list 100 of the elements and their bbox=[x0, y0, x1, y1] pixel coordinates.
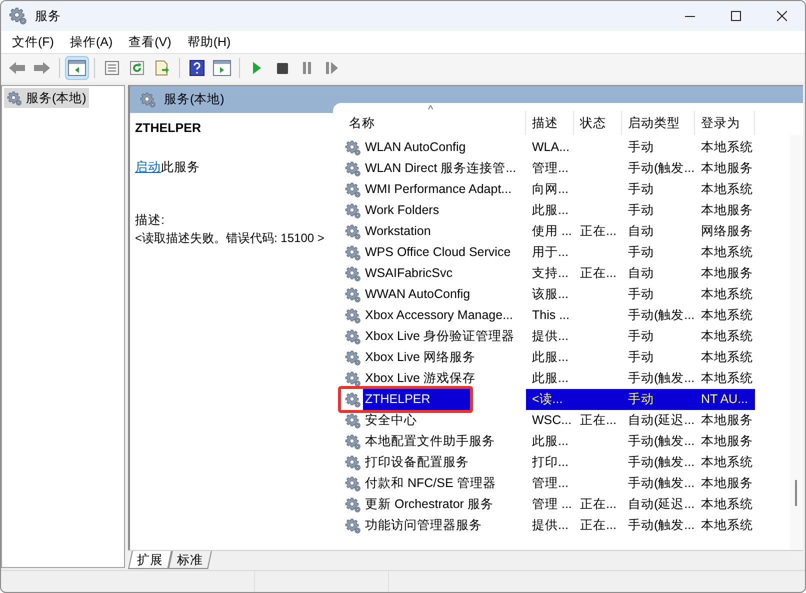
refresh-icon bbox=[129, 60, 145, 76]
table-cell: 本地系统 bbox=[701, 497, 753, 512]
gear-icon bbox=[345, 476, 361, 492]
table-cell: 提供... bbox=[532, 518, 568, 532]
table-cell: 手动(触发... bbox=[628, 518, 695, 532]
table-cell: 本地系统 bbox=[701, 350, 753, 364]
table-cell: 自动 bbox=[628, 266, 654, 280]
table-cell: NT AU... bbox=[701, 392, 748, 406]
gear-icon bbox=[345, 392, 361, 408]
service-row[interactable]: WWAN AutoConfig 该服... 手动 本地系统 bbox=[343, 284, 755, 305]
table-cell-text: 付款和 NFC/SE 管理器 bbox=[364, 475, 496, 492]
table-cell: 手动 bbox=[628, 140, 654, 154]
column-header[interactable]: 登录为 bbox=[695, 111, 755, 135]
pause-icon bbox=[302, 62, 312, 74]
tree-toggle-button[interactable] bbox=[65, 56, 89, 80]
table-cell: 管理 ... bbox=[532, 497, 572, 512]
table-cell: 手动(触发... bbox=[628, 308, 695, 322]
column-header[interactable]: 启动类型 bbox=[622, 111, 695, 135]
table-cell: 正在... bbox=[580, 224, 616, 238]
menu-item[interactable]: 帮助(H) bbox=[180, 31, 238, 53]
table-cell-text: 安全中心 bbox=[364, 412, 417, 430]
table-cell: 此服... bbox=[532, 434, 568, 448]
gear-icon bbox=[345, 182, 361, 198]
export-icon bbox=[154, 60, 170, 76]
table-cell: 手动 bbox=[628, 203, 654, 218]
table-cell: 手动(触发... bbox=[628, 161, 695, 176]
table-cell: 使用 ... bbox=[532, 224, 572, 238]
menu-item[interactable]: 查看(V) bbox=[122, 31, 178, 53]
table-cell: 该服... bbox=[532, 287, 568, 302]
table-cell: 本地服务 bbox=[701, 203, 753, 218]
table-cell: 手动 bbox=[628, 245, 654, 260]
service-title: ZTHELPER bbox=[135, 120, 202, 137]
gear-icon bbox=[7, 90, 22, 106]
column-header[interactable]: 描述 bbox=[526, 111, 574, 135]
table-cell: WSC... bbox=[532, 413, 572, 428]
service-row[interactable]: 打印设备配置服务 打印... 手动(触发... 本地系统 bbox=[343, 452, 755, 473]
close-icon bbox=[777, 11, 787, 21]
table-cell-text: Work Folders bbox=[364, 202, 440, 220]
table-cell: 此服... bbox=[532, 371, 568, 386]
tree-item[interactable]: 服务(本地) bbox=[4, 88, 90, 108]
window-icon bbox=[213, 60, 231, 76]
service-row[interactable]: 功能访问管理器服务 提供... 正在... 手动(触发... 本地系统 bbox=[343, 515, 755, 536]
service-row[interactable]: WSAIFabricSvc 支持... 正在... 自动 本地服务 bbox=[343, 263, 755, 284]
table-cell-text: 打印设备配置服务 bbox=[364, 454, 469, 472]
left-arrow-icon bbox=[8, 61, 26, 75]
table-cell: <读... bbox=[532, 392, 563, 406]
table-cell: 手动 bbox=[628, 329, 654, 344]
right-arrow-icon bbox=[33, 61, 51, 75]
table-cell-text: Xbox Accessory Manage... bbox=[364, 307, 513, 324]
service-row[interactable]: Workstation 使用 ... 正在... 自动 网络服务 bbox=[343, 221, 755, 242]
view-tab[interactable]: 标准 bbox=[168, 551, 212, 569]
table-cell: 手动(触发... bbox=[628, 455, 695, 470]
service-row[interactable]: WPS Office Cloud Service 用于... 手动 本地系统 bbox=[343, 242, 755, 263]
table-cell-text: Workstation bbox=[364, 223, 431, 240]
table-cell-text: Xbox Live 网络服务 bbox=[364, 349, 476, 366]
gear-icon bbox=[345, 518, 361, 534]
menu-item[interactable]: 文件(F) bbox=[5, 31, 61, 53]
table-cell: 正在... bbox=[580, 266, 616, 280]
view-tab[interactable]: 扩展 bbox=[128, 551, 172, 569]
table-cell: 向网... bbox=[532, 182, 568, 196]
gear-icon bbox=[345, 350, 361, 366]
document-icon bbox=[104, 60, 120, 76]
description-text: <读取描述失败。错误代码: 15100 > bbox=[135, 230, 326, 248]
gear-icon bbox=[345, 328, 361, 344]
service-row[interactable]: 安全中心 WSC... 正在... 自动(延迟... 本地服务 bbox=[343, 410, 755, 431]
table-cell: This ... bbox=[532, 308, 570, 322]
gear-icon bbox=[345, 266, 361, 282]
table-cell: 本地系统 bbox=[701, 518, 753, 532]
table-cell-text: WPS Office Cloud Service bbox=[364, 244, 511, 262]
service-row[interactable]: WLAN AutoConfig WLA... 手动 本地系统 bbox=[343, 137, 755, 158]
service-row[interactable]: Work Folders 此服... 手动 本地服务 bbox=[343, 200, 755, 221]
service-row[interactable]: 更新 Orchestrator 服务 管理 ... 正在... 自动(延迟... 本地系统 bbox=[343, 494, 755, 515]
column-header[interactable]: 状态 bbox=[574, 111, 622, 135]
service-row[interactable]: WLAN Direct 服务连接管... 管理... 手动(触发... 本地服务 bbox=[343, 158, 755, 179]
gear-icon bbox=[345, 412, 361, 428]
table-cell: 本地服务 bbox=[701, 434, 753, 448]
table-cell: 此服... bbox=[532, 350, 568, 364]
panel-icon bbox=[68, 60, 86, 76]
gear-icon bbox=[345, 454, 361, 470]
table-cell: 本地系统 bbox=[701, 287, 753, 302]
service-row[interactable]: Xbox Live 网络服务 此服... 手动 本地系统 bbox=[343, 347, 755, 368]
service-row[interactable]: Xbox Live 身份验证管理器 提供... 手动 本地系统 bbox=[343, 326, 755, 347]
service-row[interactable]: WMI Performance Adapt... 向网... 手动 本地系统 bbox=[343, 179, 755, 200]
menu-item[interactable]: 操作(A) bbox=[62, 31, 120, 53]
service-row[interactable]: 本地配置文件助手服务 此服... 手动(触发... 本地服务 bbox=[343, 431, 755, 452]
table-cell: 本地服务 bbox=[701, 266, 753, 280]
table-cell: 手动(触发... bbox=[628, 371, 695, 386]
table-cell-text: WMI Performance Adapt... bbox=[364, 181, 512, 198]
start-link[interactable]: 启动 bbox=[135, 160, 161, 174]
table-cell: 手动 bbox=[628, 287, 654, 302]
service-row[interactable]: Xbox Live 游戏保存 此服... 手动(触发... 本地系统 bbox=[343, 368, 755, 389]
service-row[interactable]: Xbox Accessory Manage... This ... 手动(触发... 本地系统 bbox=[343, 305, 755, 326]
table-cell: 手动(触发... bbox=[628, 434, 695, 448]
gear-icon bbox=[345, 224, 361, 240]
table-cell: 本地系统 bbox=[701, 182, 753, 196]
column-header[interactable]: 名称 bbox=[343, 111, 526, 135]
gear-icon bbox=[345, 286, 361, 302]
service-row[interactable]: 付款和 NFC/SE 管理器 管理... 手动(触发... 本地服务 bbox=[343, 473, 755, 494]
table-cell: 自动(延迟... bbox=[628, 413, 695, 428]
description-label: 描述: bbox=[135, 212, 166, 228]
